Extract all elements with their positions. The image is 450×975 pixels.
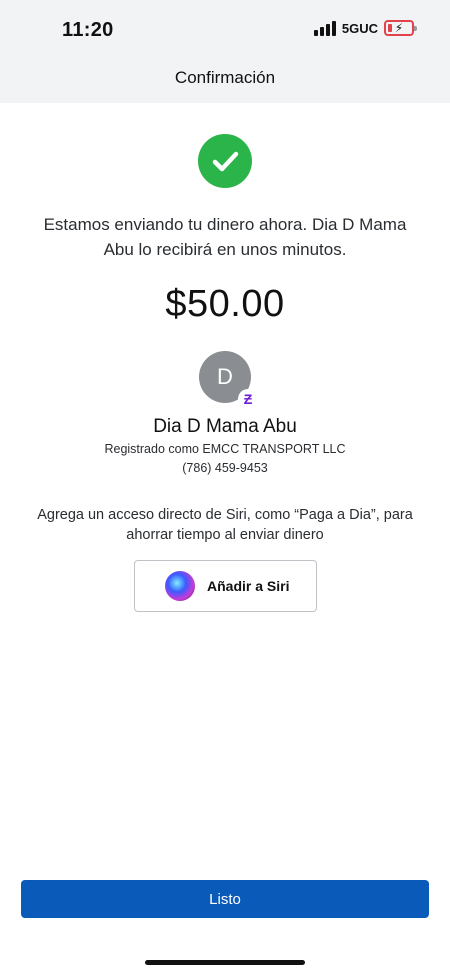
zelle-badge-icon: Ƶ xyxy=(238,389,258,409)
recipient-registered-as: Registrado como EMCC TRANSPORT LLC xyxy=(104,442,346,456)
home-indicator[interactable] xyxy=(145,960,305,965)
checkmark-circle-icon xyxy=(198,134,252,188)
siri-shortcut-prompt: Agrega un acceso directo de Siri, como “… xyxy=(37,507,413,543)
battery-icon: ⚡ xyxy=(384,20,417,36)
add-to-siri-button[interactable]: Añadir a Siri xyxy=(134,560,317,612)
recipient-name: Dia D Mama Abu xyxy=(153,416,297,437)
siri-icon xyxy=(165,571,195,601)
cellular-signal-icon xyxy=(313,20,336,36)
network-type: 5GUC xyxy=(341,20,378,36)
done-button[interactable]: Listo xyxy=(21,880,429,918)
charging-bolt-icon: ⚡ xyxy=(394,21,404,35)
status-time: 11:20 xyxy=(62,19,114,41)
recipient-phone: (786) 459-9453 xyxy=(182,461,268,475)
amount-sent: $50.00 xyxy=(165,283,285,325)
battery-level xyxy=(388,24,392,32)
confirmation-message: Estamos enviando tu dinero ahora. Dia D … xyxy=(43,215,407,259)
page-title: Confirmación xyxy=(174,68,276,87)
add-to-siri-label: Añadir a Siri xyxy=(207,578,290,594)
status-bar: 11:20 5GUC ⚡ xyxy=(0,0,450,60)
done-button-label: Listo xyxy=(209,890,241,908)
status-indicators: 5GUC ⚡ xyxy=(313,20,417,36)
